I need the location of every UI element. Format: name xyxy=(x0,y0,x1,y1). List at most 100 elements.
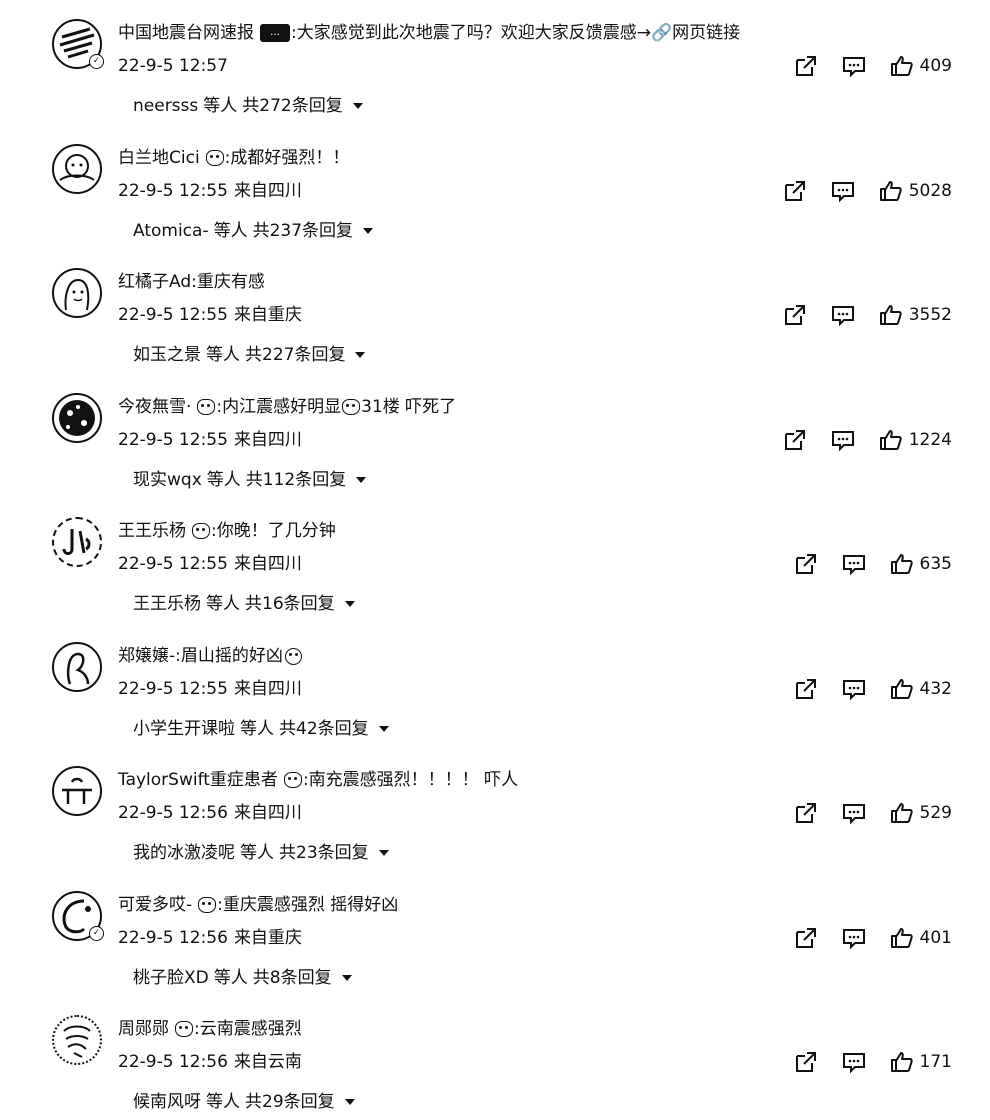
comment-text: :重庆有感 xyxy=(191,272,265,292)
reply-count: 共112条回复 xyxy=(245,470,347,490)
share-icon[interactable] xyxy=(794,801,818,825)
comment-actions: 529 xyxy=(794,800,952,826)
avatar-image xyxy=(63,1025,91,1058)
like-icon[interactable] xyxy=(890,552,914,576)
reply-count: 共8条回复 xyxy=(252,968,332,988)
comment-icon[interactable] xyxy=(842,677,866,701)
reply-user: 现实wqx xyxy=(133,470,202,490)
replies-toggle[interactable]: Atomica- 等人 共237条回复 xyxy=(133,219,374,243)
timestamp: 22-9-5 12:55 xyxy=(118,181,228,201)
caret-down-icon xyxy=(355,352,366,358)
comment-content: 郑嬢嬢- :眉山摇的好凶 xyxy=(118,644,303,668)
avatar-image xyxy=(66,652,90,685)
comment-meta: 22-9-5 12:56 来自四川 xyxy=(118,801,302,825)
comment-meta: 22-9-5 12:57 xyxy=(118,54,228,78)
like-count: 171 xyxy=(919,1052,952,1072)
comment-content: 白兰地Cici :成都好强烈！！ xyxy=(118,146,349,170)
share-icon[interactable] xyxy=(794,926,818,950)
share-icon[interactable] xyxy=(794,1050,818,1074)
avatar[interactable]: ✓ xyxy=(52,19,104,69)
comment-content: 中国地震台网速报 … :大家感觉到此次地震了吗？欢迎大家反馈震感→🔗网页链接 xyxy=(118,21,740,45)
username-link[interactable]: 周郧郧 xyxy=(118,1017,169,1041)
username-link[interactable]: 白兰地Cici xyxy=(118,146,200,170)
comment-icon[interactable] xyxy=(842,926,866,950)
username-link[interactable]: 今夜無雪· xyxy=(118,395,191,419)
like-icon[interactable] xyxy=(890,926,914,950)
share-icon[interactable] xyxy=(783,179,807,203)
replies-toggle[interactable]: 候南风呀 等人 共29条回复 xyxy=(133,1090,355,1114)
username-link[interactable]: 可爱多哎- xyxy=(118,893,192,917)
timestamp: 22-9-5 12:55 xyxy=(118,430,228,450)
location: 来自四川 xyxy=(233,430,302,450)
comment-text: :你晚！了几分钟 xyxy=(211,521,336,541)
reply-user: 小学生开课啦 xyxy=(133,719,235,739)
username-link[interactable]: 红橘子Ad xyxy=(118,270,191,294)
avatar[interactable]: ✓ xyxy=(52,891,104,941)
replies-toggle[interactable]: neersss 等人 共272条回复 xyxy=(133,94,363,118)
location: 来自四川 xyxy=(233,679,302,699)
avatar[interactable] xyxy=(52,393,102,443)
location: 来自重庆 xyxy=(233,305,302,325)
caret-down-icon xyxy=(363,228,374,234)
share-icon[interactable] xyxy=(794,552,818,576)
username-link[interactable]: 中国地震台网速报 xyxy=(118,21,254,45)
like-icon[interactable] xyxy=(879,303,903,327)
comment-text: :大家感觉到此次地震了吗？欢迎大家反馈震感→🔗网页链接 xyxy=(291,23,741,43)
avatar-image xyxy=(62,529,91,555)
reply-user: 我的冰激凌呢 xyxy=(133,843,235,863)
replies-toggle[interactable]: 如玉之景 等人 共227条回复 xyxy=(133,343,366,367)
comment-item: 王王乐杨 :你晚！了几分钟 22-9-5 12:55 来自四川 635 王王乐杨 … xyxy=(0,498,990,622)
replies-toggle[interactable]: 王王乐杨 等人 共16条回复 xyxy=(133,592,355,616)
comment-content: 今夜無雪· :内江震感好明显 31楼 吓死了 xyxy=(118,395,456,419)
avatar-image xyxy=(62,777,92,804)
share-icon[interactable] xyxy=(794,677,818,701)
like-count: 5028 xyxy=(908,181,952,201)
comment-icon[interactable] xyxy=(842,801,866,825)
comment-icon[interactable] xyxy=(842,1050,866,1074)
share-icon[interactable] xyxy=(783,428,807,452)
avatar[interactable] xyxy=(52,144,102,194)
comment-icon[interactable] xyxy=(831,303,855,327)
cry-face-icon xyxy=(175,1021,193,1037)
comment-icon[interactable] xyxy=(831,179,855,203)
comment-content: 王王乐杨 :你晚！了几分钟 xyxy=(118,519,336,543)
like-icon[interactable] xyxy=(890,677,914,701)
comment-icon[interactable] xyxy=(842,552,866,576)
comment-icon[interactable] xyxy=(842,54,866,78)
comment-actions: 409 xyxy=(794,53,952,79)
avatar[interactable] xyxy=(52,268,102,318)
caret-down-icon xyxy=(378,726,389,732)
username-link[interactable]: 王王乐杨 xyxy=(118,519,186,543)
avatar[interactable] xyxy=(52,1015,102,1065)
share-icon[interactable] xyxy=(794,54,818,78)
smile-face-icon xyxy=(284,647,302,665)
cry-face-icon xyxy=(198,897,217,913)
tag-badge-icon: … xyxy=(260,24,290,42)
location: 来自四川 xyxy=(233,181,302,201)
reply-suffix: 等人 xyxy=(206,594,240,614)
share-icon[interactable] xyxy=(783,303,807,327)
comment-icon[interactable] xyxy=(831,428,855,452)
reply-count: 共23条回复 xyxy=(279,843,369,863)
location: 来自四川 xyxy=(233,803,302,823)
like-icon[interactable] xyxy=(890,54,914,78)
comment-text: :重庆震感强烈 摇得好凶 xyxy=(217,895,399,915)
like-icon[interactable] xyxy=(890,1050,914,1074)
like-count: 635 xyxy=(919,554,952,574)
timestamp: 22-9-5 12:55 xyxy=(118,679,228,699)
comment-actions: 3552 xyxy=(783,302,952,328)
like-icon[interactable] xyxy=(890,801,914,825)
avatar[interactable] xyxy=(52,766,102,816)
replies-toggle[interactable]: 我的冰激凌呢 等人 共23条回复 xyxy=(133,841,389,865)
username-link[interactable]: TaylorSwift重症患者 xyxy=(118,768,278,792)
replies-toggle[interactable]: 桃子脸XD 等人 共8条回复 xyxy=(133,966,352,990)
username-link[interactable]: 郑嬢嬢- xyxy=(118,644,175,668)
reply-user: Atomica- xyxy=(133,221,209,241)
cry-face-icon xyxy=(205,150,224,166)
replies-toggle[interactable]: 小学生开课啦 等人 共42条回复 xyxy=(133,717,389,741)
like-icon[interactable] xyxy=(879,179,903,203)
replies-toggle[interactable]: 现实wqx 等人 共112条回复 xyxy=(133,468,367,492)
avatar[interactable] xyxy=(52,517,102,567)
avatar[interactable] xyxy=(52,642,102,692)
like-icon[interactable] xyxy=(879,428,903,452)
